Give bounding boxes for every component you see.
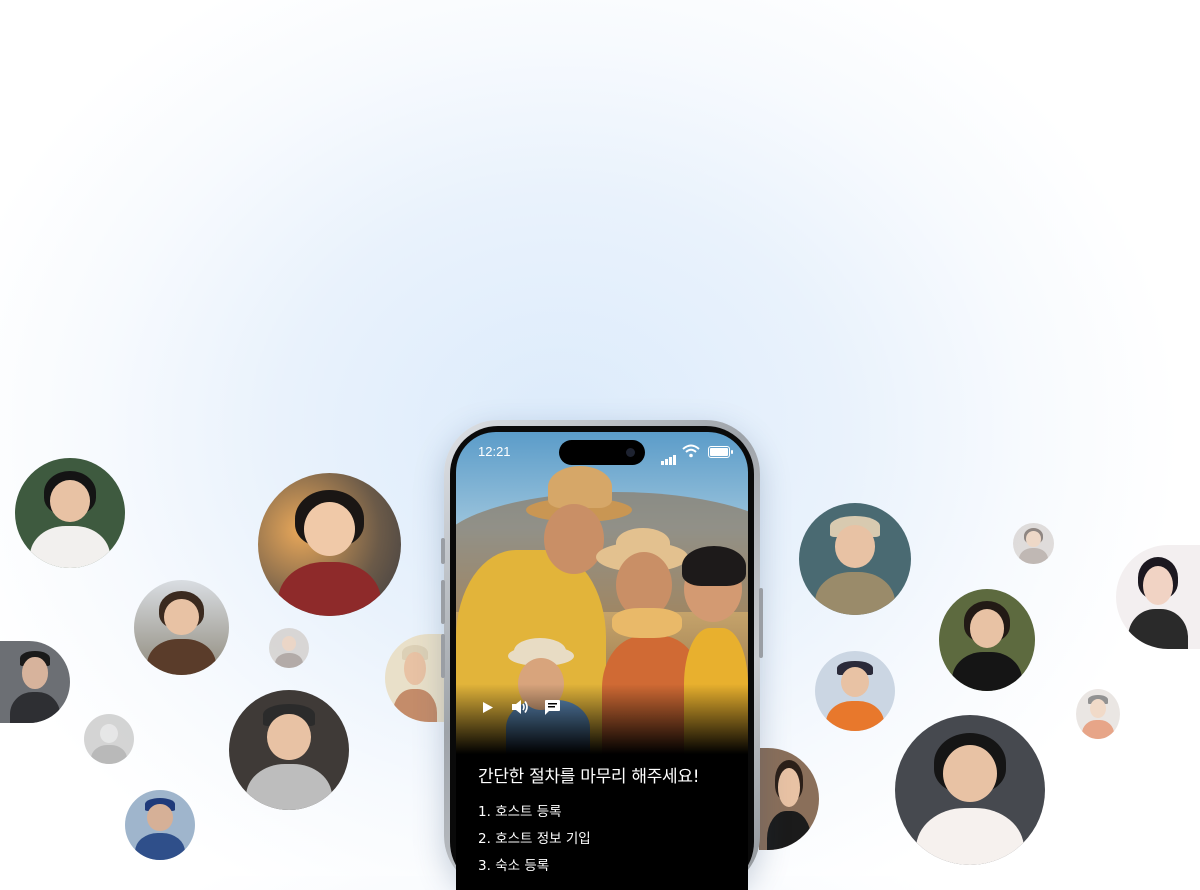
avatar-6 [385, 634, 445, 722]
volume-icon[interactable] [510, 697, 530, 717]
step-number: 2. [478, 831, 491, 847]
step-label: 호스트 등록 [495, 804, 562, 820]
play-icon[interactable] [478, 697, 498, 717]
camera-icon [626, 448, 635, 457]
side-button [759, 588, 763, 658]
avatar-13 [939, 589, 1035, 691]
step-number: 3. [478, 858, 491, 874]
side-button [441, 580, 445, 624]
avatar-10 [799, 503, 911, 615]
side-button [441, 634, 445, 678]
comment-icon[interactable] [542, 697, 562, 717]
avatar-3 [134, 580, 229, 675]
avatar-7 [84, 714, 134, 764]
status-bar: 12:21 [456, 432, 748, 472]
list-item: 1. 호스트 등록 [478, 799, 740, 826]
dynamic-island [559, 440, 645, 465]
avatar-2 [258, 473, 401, 616]
status-time: 12:21 [478, 444, 511, 459]
avatar-17 [895, 715, 1045, 865]
phone-screen: 12:21 간단한 절차를 마무리 해주세요! 1. 호스트 등록 2. 호스트… [456, 432, 748, 890]
avatar-15 [1076, 689, 1120, 739]
battery-icon [708, 446, 733, 458]
step-list: 1. 호스트 등록 2. 호스트 정보 기입 3. 숙소 등록 [478, 799, 740, 880]
avatar-1 [15, 458, 125, 568]
avatar-5 [0, 641, 70, 723]
avatar-4 [269, 628, 309, 668]
avatar-12 [1116, 545, 1200, 649]
side-button [441, 538, 445, 564]
step-label: 숙소 등록 [495, 858, 550, 874]
step-label: 호스트 정보 기입 [495, 831, 591, 847]
video-controls [478, 696, 562, 718]
list-item: 2. 호스트 정보 기입 [478, 826, 740, 853]
signal-icon [661, 446, 677, 465]
avatar-14 [815, 651, 895, 731]
wifi-icon [682, 443, 700, 462]
procedure-caption: 간단한 절차를 마무리 해주세요! 1. 호스트 등록 2. 호스트 정보 기입… [478, 762, 740, 880]
caption-title: 간단한 절차를 마무리 해주세요! [478, 767, 700, 787]
avatar-9 [125, 790, 195, 860]
phone-mockup: 12:21 간단한 절차를 마무리 해주세요! 1. 호스트 등록 2. 호스트… [441, 420, 763, 890]
avatar-11 [1013, 523, 1054, 564]
step-number: 1. [478, 804, 491, 820]
avatar-16 [759, 748, 819, 850]
avatar-8 [229, 690, 349, 810]
